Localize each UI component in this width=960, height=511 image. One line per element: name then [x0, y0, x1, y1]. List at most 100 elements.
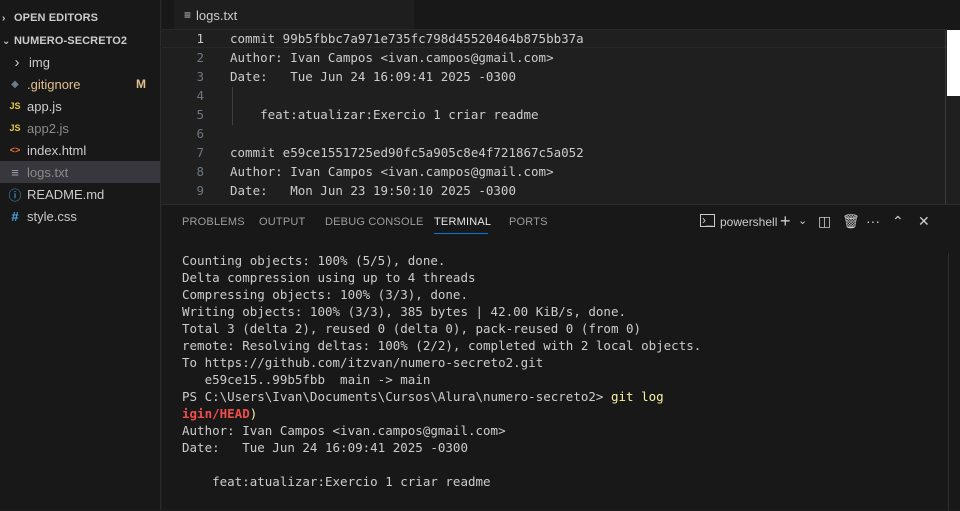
text-file-icon: ≡	[11, 164, 19, 180]
open-editors-label: OPEN EDITORS	[14, 12, 99, 24]
line-text: commit e59ce1551725ed90fc5a905c8e4f72186…	[230, 145, 584, 160]
split-terminal-icon[interactable]: ◫	[818, 213, 831, 230]
editor-vertical-ruler	[945, 30, 946, 204]
terminal-line: Date: Tue Jun 24 16:09:41 2025 -0300	[182, 440, 468, 455]
chevron-down-icon: ⌄	[2, 35, 11, 47]
bottom-panel: PROBLEMS OUTPUT DEBUG CONSOLE TERMINAL P…	[162, 204, 960, 511]
tree-item-logs-txt[interactable]: ≡ logs.txt	[0, 161, 160, 183]
tree-item-label: img	[29, 54, 50, 70]
line-number: 1	[196, 31, 204, 46]
explorer-sidebar: › OPEN EDITORS ⌄ NUMERO-SECRETO2 › img ◆…	[0, 0, 161, 510]
tab-terminal[interactable]: TERMINAL	[434, 216, 491, 228]
minimap-slider[interactable]	[947, 30, 960, 96]
tab-label: logs.txt	[196, 7, 238, 23]
tab-logs-txt[interactable]: ≡ logs.txt	[174, 0, 414, 30]
text-file-icon: ≡	[184, 8, 192, 22]
git-modified-badge: M	[136, 77, 146, 91]
line-text: Author: Ivan Campos <ivan.campos@gmail.c…	[230, 164, 554, 179]
terminal-line: Delta compression using up to 4 threads	[182, 270, 476, 285]
tree-item-index-html[interactable]: <> index.html	[0, 139, 160, 161]
terminal-line: remote: Resolving deltas: 100% (2/2), co…	[182, 338, 702, 353]
tree-item-label: style.css	[27, 208, 77, 224]
terminal-prompt-line: PS C:\Users\Ivan\Documents\Cursos\Alura\…	[182, 388, 932, 405]
terminal-line: To https://github.com/itzvan/numero-secr…	[182, 355, 544, 370]
line-number: 9	[196, 183, 204, 198]
tree-item-app-js[interactable]: JS app.js	[0, 95, 160, 117]
tree-item-readme[interactable]: ⓘ README.md	[0, 183, 160, 205]
close-icon[interactable]: ✕	[918, 213, 930, 230]
line-number: 4	[196, 88, 204, 103]
terminal-line: Counting objects: 100% (5/5), done.	[182, 253, 446, 268]
project-label: NUMERO-SECRETO2	[14, 35, 128, 47]
tree-item-style-css[interactable]: # style.css	[0, 205, 160, 227]
terminal-line: Author: Ivan Campos <ivan.campos@gmail.c…	[182, 423, 506, 438]
line-text: Date: Mon Jun 23 19:50:10 2025 -0300	[230, 183, 516, 198]
chevron-right-icon: ›	[2, 12, 6, 24]
terminal-line: Writing objects: 100% (3/3), 385 bytes |…	[182, 304, 627, 319]
tree-item-label: README.md	[27, 186, 105, 202]
head-ref: igin/HEAD	[182, 406, 250, 421]
tab-problems[interactable]: PROBLEMS	[182, 216, 245, 228]
line-text: feat:atualizar:Exercio 1 criar readme	[230, 107, 539, 122]
code-line[interactable]: 6	[162, 124, 947, 143]
terminal-name[interactable]: powershell	[720, 215, 777, 229]
tree-item-gitignore[interactable]: ◆ .gitignore M	[0, 73, 160, 95]
terminal-scrollbar[interactable]	[948, 253, 960, 511]
tree-item-img[interactable]: › img	[0, 51, 160, 73]
line-number: 6	[196, 126, 204, 141]
gitignore-icon: ◆	[11, 78, 19, 90]
more-actions-icon[interactable]: ···	[866, 213, 880, 229]
line-number: 5	[196, 107, 204, 122]
line-number: 3	[196, 69, 204, 84]
info-icon: ⓘ	[8, 187, 22, 203]
js-file-icon: JS	[9, 123, 21, 133]
trash-icon[interactable]: 🗑	[842, 213, 860, 230]
project-header[interactable]: ⌄ NUMERO-SECRETO2	[0, 31, 160, 51]
terminal-line: igin/HEAD)	[182, 405, 932, 422]
tree-item-label: .gitignore	[27, 76, 81, 92]
terminal-line: Total 3 (delta 2), reused 0 (delta 0), p…	[182, 321, 642, 336]
tree-item-label: app.js	[27, 98, 62, 114]
code-line[interactable]: 3 Date: Tue Jun 24 16:09:41 2025 -0300	[162, 67, 947, 86]
tab-ports[interactable]: PORTS	[509, 216, 548, 228]
tree-item-label: logs.txt	[27, 164, 69, 180]
code-line[interactable]: 2 Author: Ivan Campos <ivan.campos@gmail…	[162, 48, 947, 67]
tree-item-app2-js[interactable]: JS app2.js	[0, 117, 160, 139]
chevron-right-icon: ›	[14, 53, 20, 71]
css-file-icon: #	[11, 208, 19, 224]
tab-output[interactable]: OUTPUT	[259, 216, 305, 228]
code-line[interactable]: 7 commit e59ce1551725ed90fc5a905c8e4f721…	[162, 143, 947, 162]
open-editors-header[interactable]: › OPEN EDITORS	[0, 8, 160, 28]
line-number: 7	[196, 145, 204, 160]
terminal-line: feat:atualizar:Exercio 1 criar readme	[182, 474, 491, 489]
code-line[interactable]: 1 commit 99b5fbbc7a971e735fc798d45520464…	[162, 29, 947, 48]
prompt-path: PS C:\Users\Ivan\Documents\Cursos\Alura\…	[182, 389, 611, 404]
line-number: 2	[196, 50, 204, 65]
editor-tab-bar: ≡ logs.txt	[162, 0, 960, 30]
git-command: git log	[610, 389, 664, 404]
tree-item-label: app2.js	[27, 120, 69, 136]
terminal-output[interactable]: Counting objects: 100% (5/5), done. Delt…	[182, 252, 932, 490]
terminal-icon: ›_	[700, 213, 715, 227]
line-text: Author: Ivan Campos <ivan.campos@gmail.c…	[230, 50, 554, 65]
terminal-line: Compressing objects: 100% (3/3), done.	[182, 287, 468, 302]
js-file-icon: JS	[9, 101, 21, 111]
line-number: 8	[196, 164, 204, 179]
code-line[interactable]: 4	[162, 86, 947, 105]
tree-item-label: index.html	[27, 142, 87, 158]
line-text: Date: Tue Jun 24 16:09:41 2025 -0300	[230, 69, 516, 84]
code-line[interactable]: 8 Author: Ivan Campos <ivan.campos@gmail…	[162, 162, 947, 181]
html-file-icon: <>	[9, 145, 21, 155]
code-line[interactable]: 9 Date: Mon Jun 23 19:50:10 2025 -0300	[162, 181, 947, 200]
terminal-line: e59ce15..99b5fbb main -> main	[182, 372, 431, 387]
head-close: )	[249, 406, 258, 421]
chevron-down-icon[interactable]: ⌄	[798, 214, 807, 227]
tab-debug-console[interactable]: DEBUG CONSOLE	[325, 216, 424, 228]
active-tab-indicator	[434, 233, 488, 234]
code-line[interactable]: 5 feat:atualizar:Exercio 1 criar readme	[162, 105, 947, 124]
line-text: commit 99b5fbbc7a971e735fc798d45520464b8…	[230, 31, 584, 46]
code-editor[interactable]: 1 commit 99b5fbbc7a971e735fc798d45520464…	[162, 29, 960, 204]
new-terminal-icon[interactable]: +	[780, 211, 791, 232]
maximize-panel-icon[interactable]: ⌃	[892, 213, 904, 230]
